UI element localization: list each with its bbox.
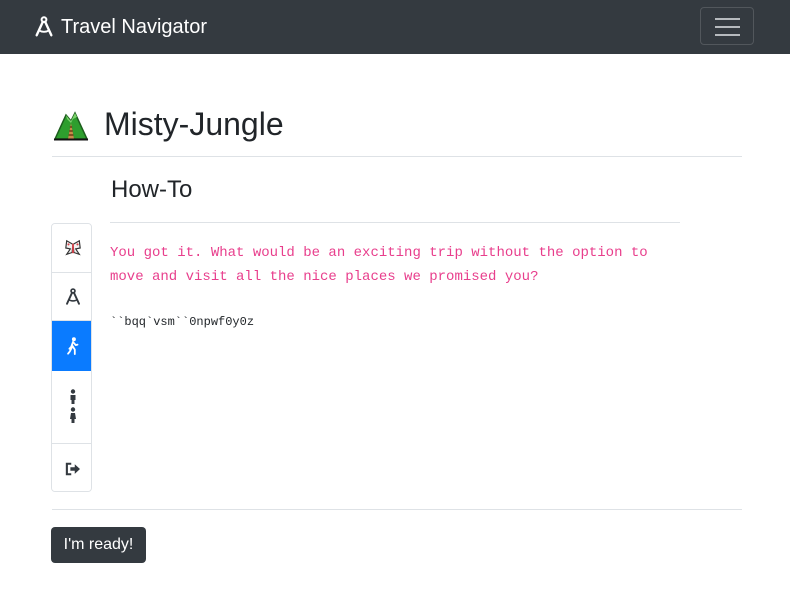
moth-icon	[64, 239, 81, 256]
sidebar-item-compass[interactable]	[52, 273, 91, 321]
sidebar-item-people[interactable]	[52, 371, 91, 444]
sign-out-icon	[65, 462, 80, 475]
title-divider	[52, 156, 742, 157]
navbar-toggle-button[interactable]	[700, 7, 754, 45]
page-header: Misty-Jungle	[52, 100, 284, 148]
ready-button[interactable]: I'm ready!	[51, 527, 146, 563]
encoded-code: ``bqq`vsm``0npwf0y0z	[110, 315, 255, 329]
sidebar-item-moth[interactable]	[52, 224, 91, 273]
hamburger-menu-icon	[715, 18, 740, 20]
hamburger-line	[715, 26, 740, 28]
compass-icon	[65, 287, 80, 305]
instruction-message: You got it. What would be an exciting tr…	[110, 245, 648, 285]
sidebar-item-signout[interactable]	[52, 444, 91, 491]
footer-divider	[52, 509, 742, 510]
walking-person-icon	[66, 336, 78, 355]
section-heading: How-To	[111, 176, 193, 203]
brand-label: Travel Navigator	[61, 16, 207, 38]
navbar-brand[interactable]: Travel Navigator	[33, 14, 207, 40]
top-navbar: Travel Navigator	[0, 0, 790, 54]
sidebar-nav	[51, 223, 92, 492]
sidebar-item-walk[interactable]	[52, 321, 91, 371]
section-divider	[110, 222, 680, 223]
mountain-railway-emoji-icon	[53, 111, 89, 141]
compass-drafting-icon	[35, 16, 53, 37]
hamburger-line	[715, 34, 740, 36]
page-title: Misty-Jungle	[104, 106, 284, 142]
people-icon	[69, 389, 76, 423]
